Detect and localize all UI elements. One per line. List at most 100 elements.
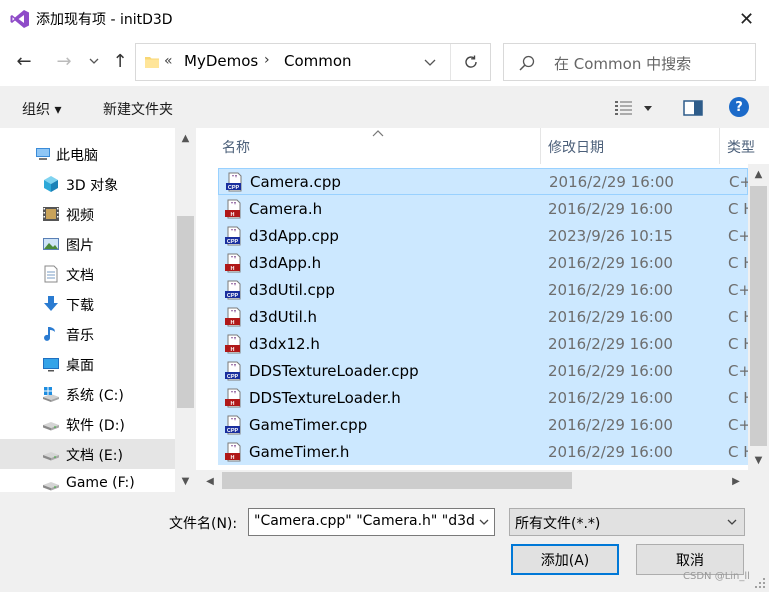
file-row[interactable]: CPP d3dUtil.cpp 2016/2/29 16:00 C++	[218, 276, 764, 303]
computer-icon	[34, 145, 52, 163]
sidebar-item[interactable]: 文档 (E:)	[0, 439, 175, 469]
file-list-horizontal-scrollbar[interactable]: ◀ ▶	[196, 470, 748, 492]
column-header-row: 名称 修改日期 类型	[196, 128, 769, 164]
column-header-type[interactable]: 类型	[727, 137, 755, 157]
resize-grip-icon[interactable]	[752, 575, 766, 589]
column-header-name[interactable]: 名称	[222, 137, 250, 157]
sidebar-item-label: 视频	[66, 208, 94, 224]
scrollbar-thumb[interactable]	[177, 216, 194, 408]
sidebar-item[interactable]: 此电脑	[0, 139, 175, 169]
sidebar-item[interactable]: 音乐	[0, 319, 175, 349]
change-view-button[interactable]	[614, 98, 660, 118]
sidebar-item-label: 文档	[66, 268, 94, 284]
file-row[interactable]: H DDSTextureLoader.h 2016/2/29 16:00 C H	[218, 384, 755, 411]
file-name: GameTimer.h	[249, 443, 350, 461]
svg-text:CPP: CPP	[227, 239, 239, 245]
sidebar-item-label: 3D 对象	[66, 178, 119, 194]
column-divider[interactable]	[540, 128, 541, 164]
file-list-vertical-scrollbar[interactable]: ▲ ▼	[748, 164, 769, 470]
file-row[interactable]: CPP d3dApp.cpp 2023/9/26 10:15 C++	[218, 222, 764, 249]
sidebar-item[interactable]: 图片	[0, 229, 175, 259]
chevron-down-icon	[479, 519, 489, 525]
scrollbar-thumb[interactable]	[750, 186, 767, 446]
search-placeholder: 在 Common 中搜索	[554, 55, 692, 73]
scroll-right-arrow-icon[interactable]: ▶	[726, 472, 746, 490]
filter-dropdown[interactable]	[724, 513, 740, 531]
file-date: 2023/9/26 10:15	[548, 227, 673, 245]
file-date: 2016/2/29 16:00	[548, 443, 673, 461]
help-button[interactable]: ?	[729, 97, 749, 117]
organize-button[interactable]: 组织 ▾	[22, 99, 61, 119]
file-date: 2016/2/29 16:00	[548, 389, 673, 407]
scroll-down-arrow-icon[interactable]: ▼	[175, 474, 196, 488]
sidebar-item[interactable]: 3D 对象	[0, 169, 175, 199]
svg-text:H: H	[231, 455, 235, 461]
file-date: 2016/2/29 16:00	[548, 308, 673, 326]
svg-text:H: H	[231, 347, 235, 353]
sidebar-item[interactable]: 视频	[0, 199, 175, 229]
cpp-file-icon: CPP	[225, 172, 245, 192]
file-row[interactable]: H Camera.h 2016/2/29 16:00 C H	[218, 195, 755, 222]
sidebar-item-label: 桌面	[66, 358, 94, 374]
sidebar-item[interactable]: Game (F:)	[0, 469, 175, 492]
file-row[interactable]: Hd3dUtil.h 2016/2/29 16:00 C H	[218, 303, 755, 330]
file-type-filter-select[interactable]: 所有文件(*.*)	[509, 508, 745, 536]
sidebar-item[interactable]: 下载	[0, 289, 175, 319]
up-button[interactable]: ↑	[106, 46, 134, 76]
file-date: 2016/2/29 16:00	[548, 362, 673, 380]
sidebar-item-label: 音乐	[66, 328, 94, 344]
new-folder-button[interactable]: 新建文件夹	[103, 99, 173, 119]
sidebar-item[interactable]: 桌面	[0, 349, 175, 379]
file-list: 名称 修改日期 类型 CPP Camera.cpp 2016/2/29 16:00 C…	[196, 128, 769, 492]
header-file-icon: H	[224, 307, 244, 327]
desktop-icon	[42, 355, 60, 373]
file-name: d3dUtil.cpp	[249, 281, 335, 299]
scrollbar-thumb[interactable]	[222, 472, 572, 489]
file-row[interactable]: Hd3dx12.h 2016/2/29 16:00 C H	[218, 330, 755, 357]
visual-studio-icon	[10, 10, 29, 28]
file-row[interactable]: Hd3dApp.h 2016/2/29 16:00 C H	[218, 249, 755, 276]
divider	[450, 44, 451, 80]
scroll-up-arrow-icon[interactable]: ▲	[748, 164, 769, 184]
chevron-down-icon	[727, 519, 737, 525]
sidebar-item[interactable]: 软件 (D:)	[0, 409, 175, 439]
file-row[interactable]: CPP GameTimer.cpp 2016/2/29 16:00 C++	[218, 411, 764, 438]
navigation-pane-scrollbar[interactable]: ▲ ▼	[175, 128, 196, 492]
drive-icon	[42, 445, 60, 463]
scroll-up-arrow-icon[interactable]: ▲	[175, 131, 196, 145]
sidebar-item-label: 文档 (E:)	[66, 448, 123, 464]
scroll-left-arrow-icon[interactable]: ◀	[200, 472, 220, 490]
filename-value[interactable]: "Camera.cpp" "Camera.h" "d3d	[254, 513, 475, 529]
breadcrumb-item-mydemos[interactable]: MyDemos	[184, 52, 258, 70]
refresh-button[interactable]	[452, 44, 490, 80]
svg-text:H: H	[231, 212, 235, 218]
address-history-dropdown[interactable]	[418, 52, 442, 72]
breadcrumb-separator[interactable]: ›	[264, 52, 270, 68]
svg-text:CPP: CPP	[227, 428, 239, 434]
sidebar-item[interactable]: 系统 (C:)	[0, 379, 175, 409]
recent-locations-button[interactable]	[84, 46, 104, 76]
filename-history-dropdown[interactable]	[474, 509, 494, 535]
close-button[interactable]: ✕	[724, 0, 769, 38]
drive-icon	[42, 415, 60, 433]
chevron-down-icon	[424, 59, 436, 66]
breadcrumb-overflow[interactable]: «	[164, 53, 173, 69]
arrow-left-icon: ←	[16, 50, 32, 72]
file-row[interactable]: CPP Camera.cpp 2016/2/29 16:00 C++	[218, 168, 765, 195]
breadcrumb-item-common[interactable]: Common	[284, 52, 352, 70]
add-button[interactable]: 添加(A)	[511, 544, 619, 575]
forward-button[interactable]: →	[50, 46, 78, 76]
scroll-down-arrow-icon[interactable]: ▼	[748, 450, 769, 470]
preview-pane-icon[interactable]	[682, 98, 704, 118]
search-input[interactable]: 在 Common 中搜索	[503, 43, 756, 81]
file-row[interactable]: CPP DDSTextureLoader.cpp 2016/2/29 16:00 C+…	[218, 357, 764, 384]
column-header-date[interactable]: 修改日期	[548, 137, 604, 157]
sidebar-item[interactable]: 文档	[0, 259, 175, 289]
video-icon	[42, 205, 60, 223]
column-divider[interactable]	[719, 128, 720, 164]
back-button[interactable]: ←	[10, 46, 38, 76]
address-bar[interactable]: « MyDemos › Common	[135, 43, 491, 81]
filename-field[interactable]: "Camera.cpp" "Camera.h" "d3d	[248, 508, 495, 536]
file-row[interactable]: H GameTimer.h 2016/2/29 16:00 C H	[218, 438, 755, 465]
header-file-icon: H	[224, 388, 244, 408]
